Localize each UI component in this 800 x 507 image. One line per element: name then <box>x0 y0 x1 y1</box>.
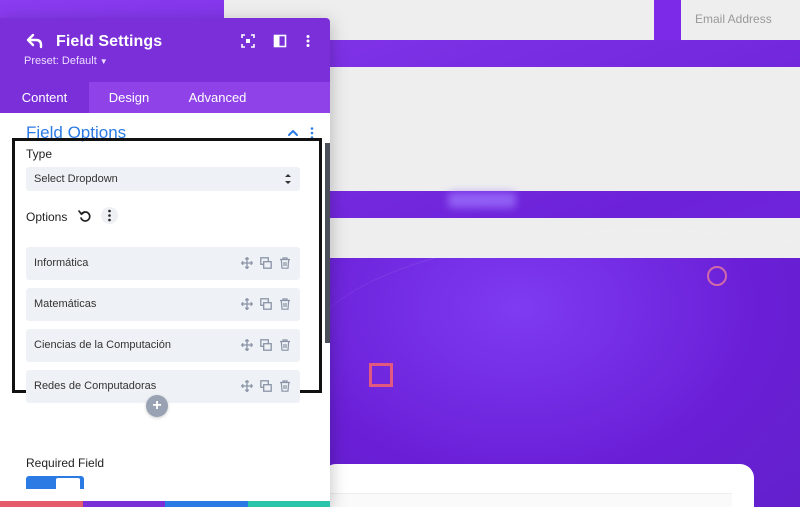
tab-advanced[interactable]: Advanced <box>169 82 266 113</box>
duplicate-icon[interactable] <box>260 339 272 351</box>
move-icon[interactable] <box>241 339 253 351</box>
tab-content[interactable]: Content <box>0 82 89 113</box>
decorative-square <box>369 363 393 387</box>
option-item[interactable]: Ciencias de la Computación <box>26 329 300 362</box>
tab-design[interactable]: Design <box>89 82 169 113</box>
panel-title: Field Settings <box>56 33 163 50</box>
trash-icon[interactable] <box>279 257 291 269</box>
trash-icon[interactable] <box>279 298 291 310</box>
panel-footer-bar <box>0 501 330 507</box>
undo-back-icon[interactable] <box>24 30 46 52</box>
trash-icon[interactable] <box>279 339 291 351</box>
move-icon[interactable] <box>241 380 253 392</box>
more-options-icon[interactable] <box>300 33 316 49</box>
footer-save[interactable] <box>247 501 330 507</box>
duplicate-icon[interactable] <box>260 257 272 269</box>
trash-icon[interactable] <box>279 380 291 392</box>
options-label: Options <box>26 210 68 224</box>
preset-label: Preset: Default <box>24 55 97 67</box>
option-label: Informática <box>34 257 89 269</box>
footer-history[interactable] <box>82 501 165 507</box>
move-icon[interactable] <box>241 298 253 310</box>
required-field-label: Required Field <box>26 456 105 470</box>
duplicate-icon[interactable] <box>260 298 272 310</box>
add-option-button[interactable]: + <box>146 395 168 417</box>
option-label: Matemáticas <box>34 298 97 310</box>
split-view-icon[interactable] <box>272 33 288 49</box>
option-label: Ciencias de la Computación <box>34 339 171 351</box>
move-icon[interactable] <box>241 257 253 269</box>
footer-discard[interactable] <box>0 501 83 507</box>
toggle-knob <box>56 478 80 489</box>
panel-header: Field Settings Preset: Default ▼ <box>0 18 330 82</box>
panel-scrollbar[interactable] <box>325 143 330 343</box>
select-arrows-icon <box>285 174 291 184</box>
type-select[interactable]: Select Dropdown <box>26 167 300 191</box>
type-label: Type <box>26 147 53 161</box>
panel-tabs: Content Design Advanced <box>0 82 330 113</box>
message-textarea-background[interactable] <box>330 67 800 191</box>
reset-icon[interactable] <box>77 208 93 224</box>
white-card-field <box>330 493 732 507</box>
preset-selector[interactable]: Preset: Default ▼ <box>24 55 108 67</box>
duplicate-icon[interactable] <box>260 380 272 392</box>
footer-redo[interactable] <box>165 501 248 507</box>
required-field-toggle[interactable] <box>26 476 84 489</box>
option-item[interactable]: Matemáticas <box>26 288 300 321</box>
type-select-value: Select Dropdown <box>34 173 118 185</box>
caret-down-icon: ▼ <box>99 57 108 66</box>
option-item[interactable]: Informática <box>26 247 300 280</box>
option-label: Redes de Computadoras <box>34 380 157 392</box>
expand-icon[interactable] <box>240 33 256 49</box>
options-more-icon[interactable] <box>101 207 118 224</box>
decorative-circle <box>707 266 727 286</box>
blurred-button-text <box>448 192 516 208</box>
email-input-background[interactable]: Email Address <box>681 0 800 40</box>
